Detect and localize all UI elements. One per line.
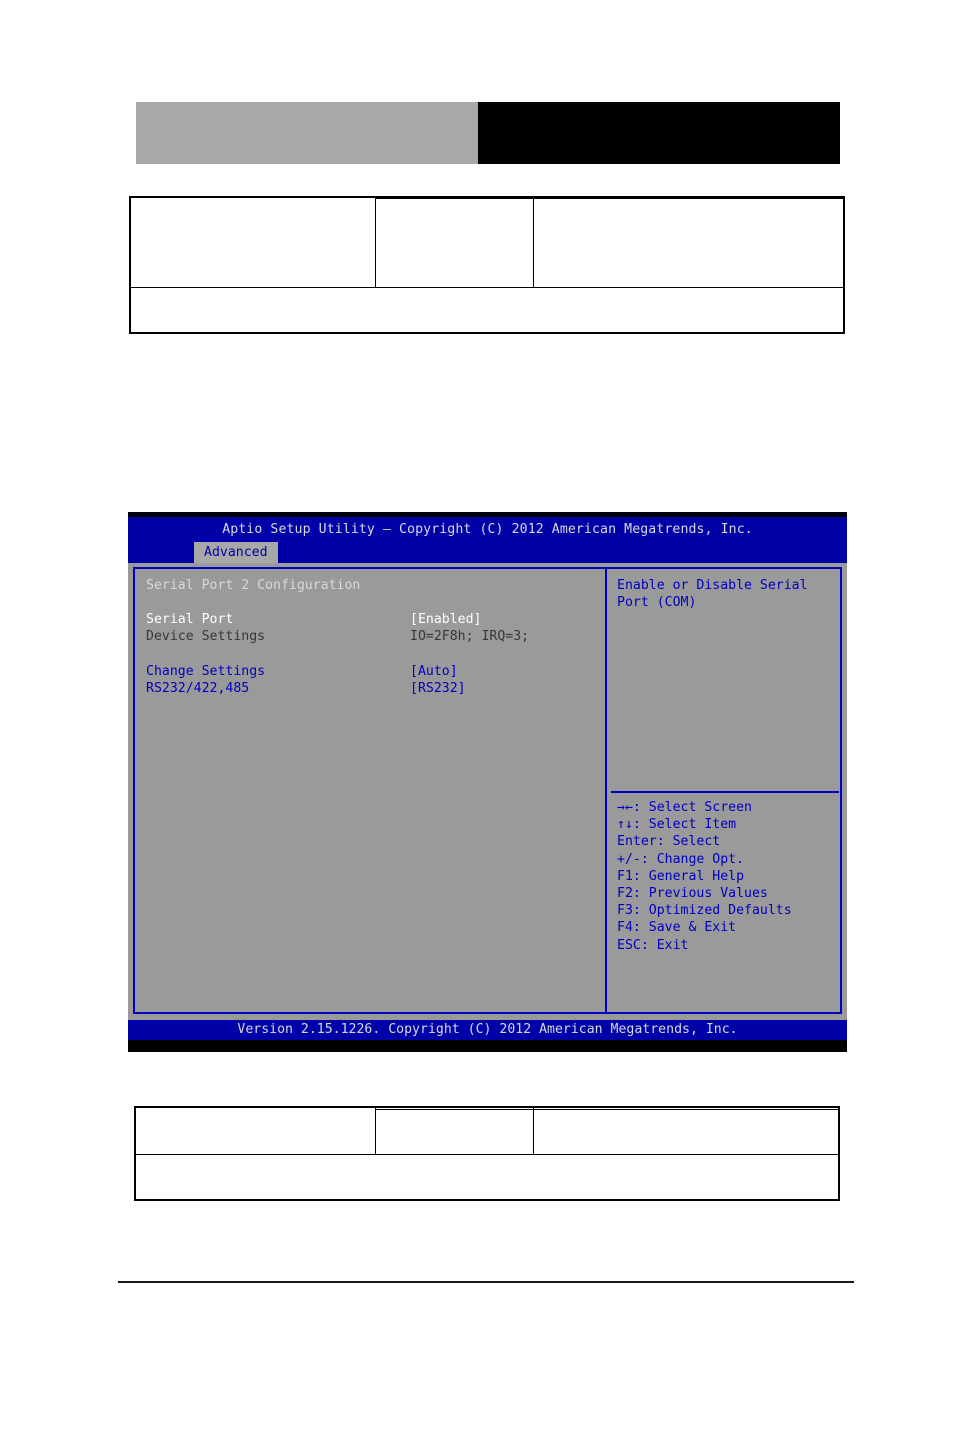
table-cell: [375, 198, 534, 288]
table-cell: [533, 198, 845, 288]
bios-bottom-strip: [128, 1040, 847, 1052]
hotkey-desc: : Optimized Defaults: [632, 903, 792, 919]
tab-advanced[interactable]: Advanced: [194, 542, 278, 563]
hotkey-row-save-exit: F4: Save & Exit: [617, 919, 842, 936]
table-row: [129, 287, 845, 334]
hotkey-desc: : Select Item: [632, 817, 737, 833]
hotkey-desc: : Previous Values: [632, 886, 768, 902]
table-cell: [134, 1106, 376, 1155]
banner-black-band: [478, 102, 840, 164]
table-row: [134, 1154, 840, 1201]
setting-label: RS232/422,485: [146, 680, 250, 696]
hotkey-desc: : Change Opt.: [640, 851, 745, 867]
table-cell: [129, 196, 376, 288]
setting-value[interactable]: [RS232]: [410, 680, 466, 697]
hotkey-keys: ESC: [617, 937, 641, 953]
hotkey-desc: : Save & Exit: [632, 920, 737, 936]
setting-row-change-settings[interactable]: Change Settings [Auto]: [146, 663, 596, 680]
hotkey-row-optimized-defaults: F3: Optimized Defaults: [617, 902, 842, 919]
hotkey-row-enter-select: Enter: Select: [617, 833, 842, 850]
hotkey-row-previous-values: F2: Previous Values: [617, 885, 842, 902]
bios-panel-divider: [605, 567, 607, 1014]
setting-spacer: [146, 646, 596, 663]
bios-version-bar: Version 2.15.1226. Copyright (C) 2012 Am…: [128, 1020, 847, 1040]
document-header-banner: [136, 102, 840, 164]
hotkey-row-change-opt: +/-: Change Opt.: [617, 851, 842, 868]
hotkey-keys: →←: [617, 800, 633, 815]
hotkey-desc: : Exit: [640, 937, 689, 953]
hotkey-keys: F2: [617, 886, 633, 902]
hotkey-desc: : Select: [656, 834, 721, 850]
hotkey-keys: F3: [617, 903, 633, 919]
hotkey-keys: ↑↓: [617, 817, 633, 833]
hotkey-keys: F1: [617, 868, 633, 884]
setting-row-serial-port[interactable]: Serial Port [Enabled]: [146, 611, 596, 628]
settings-pane: Serial Port 2 Configuration Serial Port …: [146, 577, 596, 697]
setting-label: Serial Port: [146, 612, 234, 628]
table-cell: [533, 1109, 840, 1155]
hotkey-desc: : Select Screen: [632, 800, 752, 815]
hotkey-keys: F4: [617, 920, 633, 936]
hotkey-desc: : General Help: [632, 868, 745, 884]
setting-value[interactable]: [Auto]: [410, 663, 458, 680]
setting-value[interactable]: [Enabled]: [410, 611, 481, 628]
setting-value: IO=2F8h; IRQ=3;: [410, 629, 530, 645]
help-text: Enable or Disable Serial Port (COM): [617, 578, 808, 611]
table-cell: [375, 1109, 534, 1155]
hotkey-row-select-screen: →←: Select Screen: [617, 799, 842, 816]
spec-table-bottom: [134, 1106, 840, 1201]
table-cell: [129, 287, 845, 334]
help-divider-rule: [611, 791, 839, 793]
help-pane: Enable or Disable Serial Port (COM): [617, 577, 839, 611]
hotkey-row-select-item: ↑↓: Select Item: [617, 816, 842, 833]
hotkey-keys: Enter: [617, 834, 657, 850]
setting-row-rs232-422-485[interactable]: RS232/422,485 [RS232]: [146, 680, 596, 697]
banner-gray-band: [136, 102, 478, 164]
spec-table-top: [129, 196, 845, 334]
footer-horizontal-rule: [118, 1281, 854, 1283]
bios-title-bar: Aptio Setup Utility – Copyright (C) 2012…: [128, 517, 847, 542]
hotkey-row-esc-exit: ESC: Exit: [617, 937, 842, 954]
table-cell: [134, 1154, 840, 1201]
bios-menu-bar: Advanced: [128, 542, 847, 563]
bios-body: Serial Port 2 Configuration Serial Port …: [128, 563, 847, 1018]
hotkey-keys: +/-: [617, 851, 641, 867]
hotkey-legend: →←: Select Screen ↑↓: Select Item Enter:…: [617, 799, 842, 954]
bios-setup-screen: Aptio Setup Utility – Copyright (C) 2012…: [128, 512, 847, 1052]
section-title: Serial Port 2 Configuration: [146, 578, 361, 593]
setting-label: Device Settings: [146, 629, 266, 645]
setting-row-device-settings: Device Settings IO=2F8h; IRQ=3;: [146, 628, 596, 645]
hotkey-row-general-help: F1: General Help: [617, 868, 842, 885]
setting-label: Change Settings: [146, 663, 266, 679]
